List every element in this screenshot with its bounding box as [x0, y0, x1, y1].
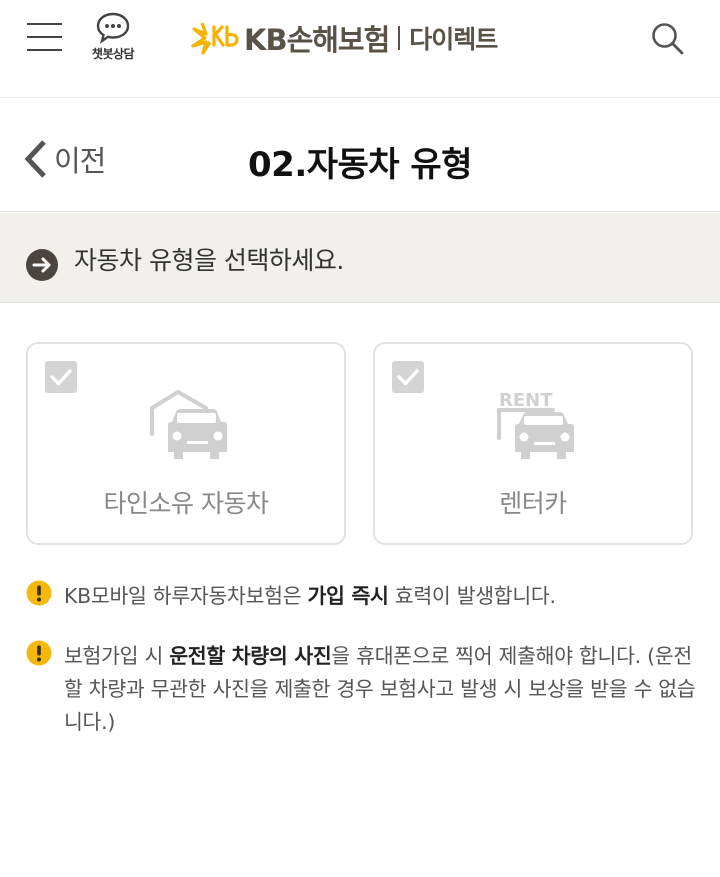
notice-text-post: 효력이 발생합니다. — [388, 584, 556, 608]
logo-sub-text: 다이렉트 — [409, 25, 498, 54]
check-icon — [50, 369, 72, 386]
header: 챗봇상담 KB손해보험 다이렉트 — [0, 0, 720, 98]
rent-sign-text: RENT — [499, 390, 553, 411]
notice-text-bold: 운전할 차량의 사진 — [169, 644, 332, 668]
menu-line — [27, 23, 62, 25]
chatbot-label: 챗봇상담 — [91, 47, 135, 61]
warning-icon — [26, 640, 52, 666]
logo-divider — [398, 26, 401, 50]
checkbox[interactable] — [45, 361, 77, 393]
guide-text: 자동차 유형을 선택하세요. — [74, 246, 344, 275]
notice-item: KB모바일 하루자동차보험은 가입 즉시 효력이 발생합니다. — [26, 580, 696, 613]
search-icon — [652, 23, 684, 55]
option-rental-car[interactable]: RENT 렌터카 — [373, 342, 693, 545]
kb-star-logo-icon — [191, 22, 239, 55]
notice-text-bold: 가입 즉시 — [307, 584, 389, 608]
warning-icon — [26, 580, 52, 606]
title-bar: 이전 02.자동차 유형 — [0, 99, 720, 212]
logo-brand-text: KB손해보험 — [244, 23, 390, 57]
notice-text: 보험가입 시 운전할 차량의 사진을 휴대폰으로 찍어 제출해야 합니다. (운… — [64, 640, 696, 739]
menu-line — [27, 49, 62, 51]
menu-line — [27, 36, 62, 38]
rent-car-icon: RENT — [497, 390, 574, 459]
arrow-right-circle-icon — [26, 249, 58, 281]
notice-text-pre: KB모바일 하루자동차보험은 — [64, 584, 308, 608]
hamburger-menu-icon[interactable] — [27, 22, 63, 54]
option-label: 타인소유 자동차 — [103, 489, 269, 518]
checkbox[interactable] — [392, 361, 424, 393]
notice-item: 보험가입 시 운전할 차량의 사진을 휴대폰으로 찍어 제출해야 합니다. (운… — [26, 640, 696, 739]
page-title: 02.자동차 유형 — [248, 145, 472, 185]
guide-banner: 자동차 유형을 선택하세요. — [0, 213, 720, 303]
kb-logo[interactable]: KB손해보험 다이렉트 — [190, 20, 498, 57]
chatbot-button[interactable]: 챗봇상담 — [84, 12, 142, 68]
search-button[interactable] — [650, 21, 686, 57]
option-label: 렌터카 — [499, 489, 567, 518]
option-other-owner-car[interactable]: 타인소유 자동차 — [26, 342, 346, 545]
notice-text-pre: 보험가입 시 — [64, 644, 170, 668]
check-icon — [397, 369, 419, 386]
house-car-icon — [150, 390, 227, 459]
chat-bubble-icon — [96, 12, 130, 44]
notice-text: KB모바일 하루자동차보험은 가입 즉시 효력이 발생합니다. — [64, 580, 696, 613]
